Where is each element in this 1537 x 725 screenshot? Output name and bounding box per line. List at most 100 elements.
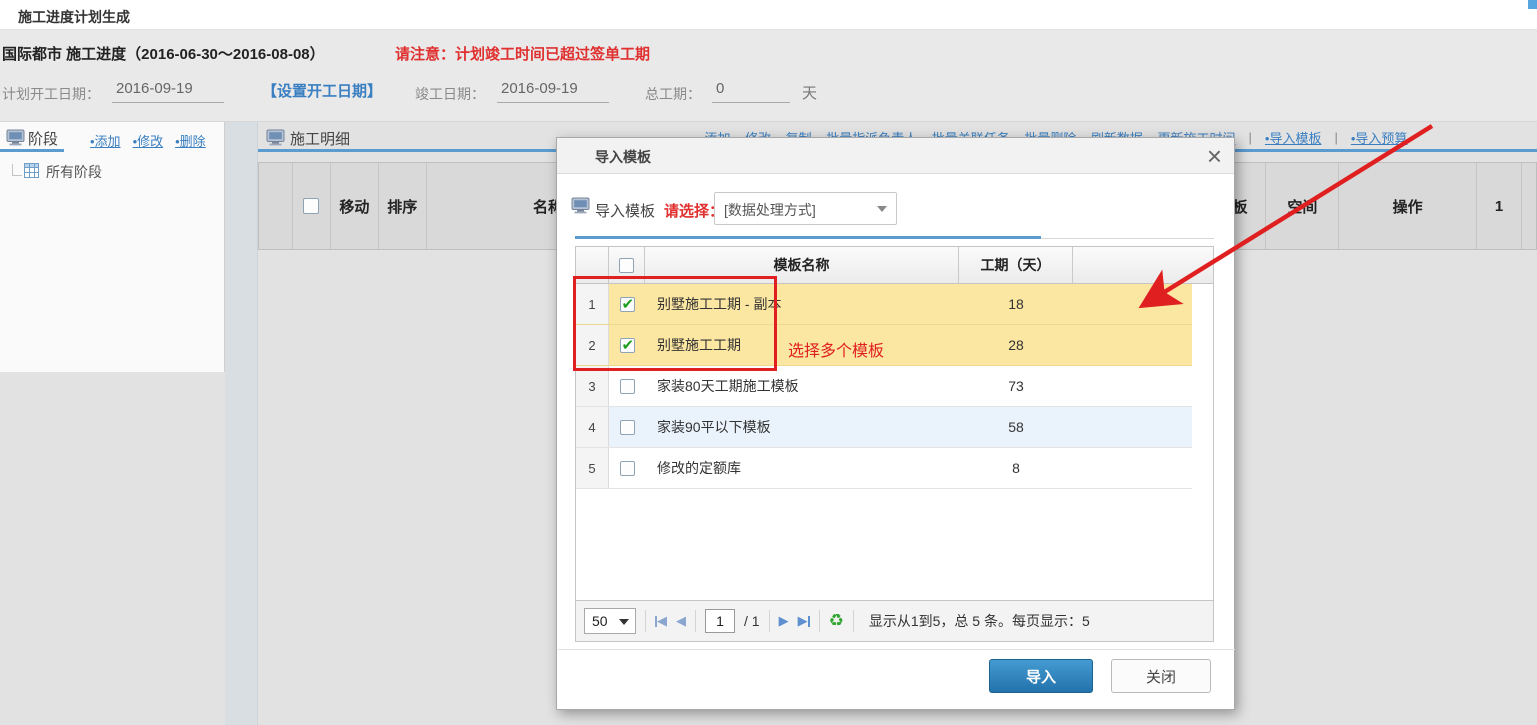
stage-panel-title: 阶段 [28,128,58,149]
prev-page-icon[interactable]: ◀ [676,613,686,629]
stage-tab-underline [0,149,64,152]
panel-divider [225,122,258,725]
next-page-icon[interactable]: ▶ [779,613,789,629]
toolbar-link[interactable]: •导入模板 [1265,128,1322,147]
template-days: 18 [959,284,1073,324]
row-checkbox-cell [609,448,645,488]
stage-panel-icon [6,129,25,146]
annotation-multi-select-note: 选择多个模板 [788,337,884,361]
dialog-tab-underline [575,236,1041,239]
footer-divider [558,649,1235,650]
page-number-input[interactable] [705,609,735,633]
detail-header-checkbox-cell [293,163,331,249]
finish-date-label: 竣工日期： [415,84,485,104]
detail-column-header: 1 [1477,163,1522,249]
duration-column-header: 工期（天） [959,247,1073,283]
last-page-icon[interactable]: ▶ [798,613,810,629]
dialog-tab-import-template[interactable]: 导入模板 [595,200,655,221]
index-column-header [576,247,609,283]
detail-column-header: 操作 [1339,163,1477,249]
row-checkbox-cell [609,407,645,447]
detail-column-header: 空间 [1266,163,1339,249]
row-checkbox[interactable] [620,379,635,394]
all-stages-icon [24,163,39,178]
select-all-checkbox[interactable] [619,258,634,273]
row-checkbox-cell [609,366,645,406]
select-value: [数据处理方式] [724,200,816,220]
row-checkbox[interactable] [620,461,635,476]
finish-date-input[interactable]: 2016-09-19 [497,80,609,103]
template-row[interactable]: 3 家装80天工期施工模板73 [576,366,1192,407]
row-index: 2 [576,325,609,365]
plan-start-input[interactable]: 2016-09-19 [112,80,224,103]
import-button[interactable]: 导入 [989,659,1093,693]
row-index: 4 [576,407,609,447]
template-name: 家装90平以下模板 [645,407,959,447]
first-page-icon[interactable]: ◀ [655,613,667,629]
template-row[interactable]: 4 家装90平以下模板58 [576,407,1192,448]
row-checkbox[interactable] [620,297,635,312]
detail-panel-icon [266,129,285,146]
detail-select-all-checkbox[interactable] [303,198,319,214]
select-all-cell [609,247,645,283]
detail-panel-title: 施工明细 [290,128,350,149]
row-filler-cell [1073,448,1192,488]
chevron-down-icon [619,619,629,625]
toolbar-link[interactable]: •导入预算 [1351,128,1408,147]
row-checkbox-cell [609,284,645,324]
stage-action-link[interactable]: •删除 [175,131,206,150]
template-row[interactable]: 1别墅施工工期 - 副本18 [576,284,1192,325]
row-filler-cell [1073,366,1192,406]
page-size-select[interactable]: 50 [584,608,636,634]
template-days: 73 [959,366,1073,406]
template-name-column-header: 模板名称 [645,247,959,283]
page-title: 施工进度计划生成 [18,7,130,27]
window-title-bar: 施工进度计划生成 [0,0,1537,30]
row-index: 5 [576,448,609,488]
row-filler-cell [1073,407,1192,447]
row-index: 1 [576,284,609,324]
page-size-value: 50 [592,613,608,629]
template-days: 8 [959,448,1073,488]
filler-column-header [1073,247,1212,283]
toolbar-separator: | [1331,130,1340,145]
template-table-body: 1别墅施工工期 - 副本182别墅施工工期283家装80天工期施工模板734家装… [576,284,1213,489]
template-days: 28 [959,325,1073,365]
row-checkbox[interactable] [620,420,635,435]
row-checkbox[interactable] [620,338,635,353]
stage-actions: •添加 •修改 •删除 [90,131,206,150]
total-duration-input[interactable]: 0 [712,80,790,103]
dialog-tab-line [1041,238,1214,239]
row-filler-cell [1073,284,1192,324]
chevron-down-icon [877,206,887,212]
refresh-icon[interactable]: ♻ [829,611,844,631]
detail-column-spacer [259,163,293,249]
schedule-warning-text: 请注意：计划竣工时间已超过签单工期 [395,43,650,64]
row-filler-cell [1073,325,1192,365]
template-name: 家装80天工期施工模板 [645,366,959,406]
plan-start-label: 计划开工日期： [2,84,100,104]
stage-action-link[interactable]: •添加 [90,131,121,150]
template-table: 模板名称 工期（天） 1别墅施工工期 - 副本182别墅施工工期283家装80天… [575,246,1214,601]
template-row[interactable]: 5 修改的定额库8 [576,448,1192,489]
pager-separator [645,610,646,632]
close-icon[interactable]: × [1207,139,1222,173]
close-button[interactable]: 关闭 [1111,659,1211,693]
dialog-tab-icon [571,197,590,214]
project-info-band: 国际都市 施工进度（2016-06-30～2016-08-08） 请注意：计划竣… [0,30,1537,122]
tree-item-all-stages[interactable]: 所有阶段 [46,162,102,182]
pagination-summary: 显示从1到5，总 5 条。每页显示：5 [869,611,1090,631]
total-duration-label: 总工期： [645,84,701,104]
days-unit-label: 天 [802,82,817,103]
row-index: 3 [576,366,609,406]
pagination-bar: 50 ◀ ◀ / 1 ▶ ▶ ♻ 显示从1到5，总 5 条。每页显示：5 [575,600,1214,642]
pager-separator [769,610,770,632]
data-process-mode-select[interactable]: [数据处理方式] [714,192,897,225]
stage-action-link[interactable]: •修改 [133,131,164,150]
set-start-date-link[interactable]: 【设置开工日期】 [262,80,382,101]
corner-artifact [1528,0,1537,9]
import-template-dialog: 导入模板 × 导入模板 请选择： [数据处理方式] 模板名称 工期（天） 1别墅… [556,137,1235,710]
template-days: 58 [959,407,1073,447]
template-name: 修改的定额库 [645,448,959,488]
pager-separator [819,610,820,632]
